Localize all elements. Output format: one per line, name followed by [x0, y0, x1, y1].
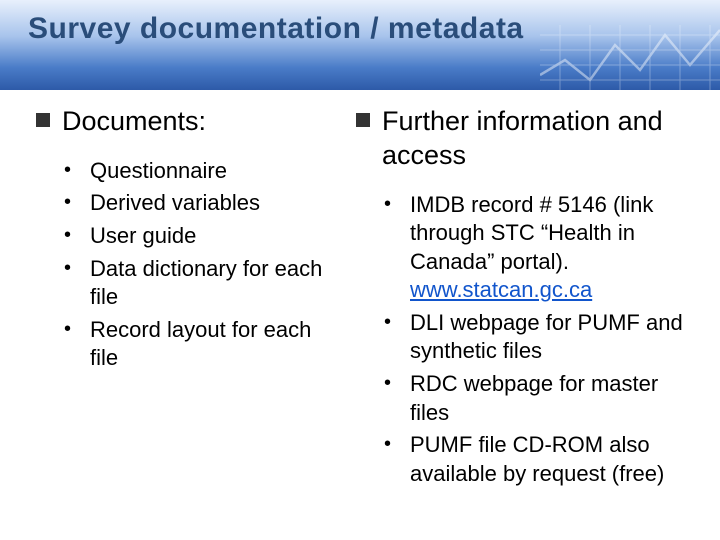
right-heading-row: Further information and access — [356, 105, 686, 173]
link-text[interactable]: www.statcan.gc.ca — [410, 277, 592, 302]
left-heading: Documents: — [62, 105, 206, 139]
list-item-text: RDC webpage for master files — [410, 371, 658, 425]
list-item: IMDB record # 5146 (link through STC “He… — [410, 191, 686, 305]
list-item: PUMF file CD-ROM also available by reque… — [410, 431, 686, 488]
right-list: IMDB record # 5146 (link through STC “He… — [356, 191, 686, 489]
square-bullet-icon — [356, 113, 370, 127]
list-item: Record layout for each file — [90, 316, 336, 373]
list-item: RDC webpage for master files — [410, 370, 686, 427]
left-column: Documents: Questionnaire Derived variabl… — [36, 105, 336, 492]
slide-title: Survey documentation / metadata — [28, 12, 524, 46]
square-bullet-icon — [36, 113, 50, 127]
list-item-text: PUMF file CD-ROM also available by reque… — [410, 432, 664, 486]
left-heading-row: Documents: — [36, 105, 336, 139]
content-area: Documents: Questionnaire Derived variabl… — [36, 105, 686, 492]
right-column: Further information and access IMDB reco… — [356, 105, 686, 492]
decorative-chart-overlay — [540, 25, 720, 90]
list-item: Data dictionary for each file — [90, 255, 336, 312]
list-item: DLI webpage for PUMF and synthetic files — [410, 309, 686, 366]
list-item: User guide — [90, 222, 336, 251]
list-item: Derived variables — [90, 189, 336, 218]
right-heading: Further information and access — [382, 105, 686, 173]
list-item-text: IMDB record # 5146 (link through STC “He… — [410, 192, 653, 274]
list-item-text: DLI webpage for PUMF and synthetic files — [410, 310, 683, 364]
left-list: Questionnaire Derived variables User gui… — [36, 157, 336, 373]
list-item: Questionnaire — [90, 157, 336, 186]
